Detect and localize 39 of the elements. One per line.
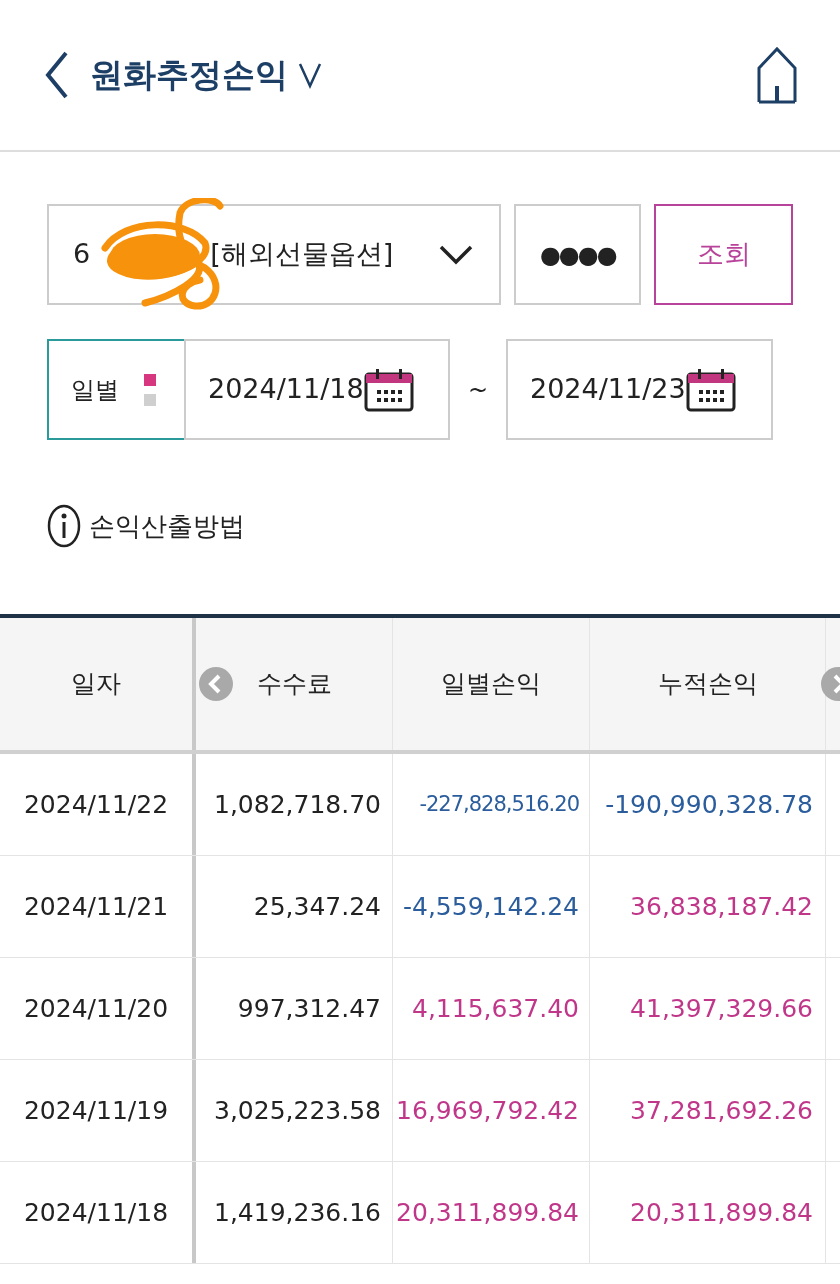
column-header: 누적손익 <box>657 668 758 701</box>
cumulative-profit-cell: 41,397,329.66 <box>590 958 826 1059</box>
page-title: 원화추정손익 <box>90 54 288 97</box>
fee-cell: 997,312.47 <box>196 958 393 1059</box>
info-link[interactable]: 손익산출방법 <box>89 506 245 546</box>
account-number: 6 <box>73 237 91 272</box>
end-date-field[interactable]: 2024/11/23 <box>506 339 773 440</box>
chevron-down-icon <box>439 244 474 265</box>
date-cell: 2024/11/21 <box>0 856 196 957</box>
home-icon[interactable] <box>756 46 798 104</box>
date-cell: 2024/11/22 <box>0 754 196 855</box>
column-header: 일별손익 <box>393 618 590 750</box>
daily-profit-cell: 4,115,637.40 <box>393 958 590 1059</box>
chevron-down-icon[interactable] <box>298 61 322 89</box>
cumulative-profit-cell: -190,990,328.78 <box>590 754 826 855</box>
cumulative-profit-cell: 36,838,187.42 <box>590 856 826 957</box>
daily-profit-cell: 20,311,899.84 <box>393 1162 590 1263</box>
column-header: 수수료 <box>256 668 332 701</box>
date-cell: 2024/11/20 <box>0 958 196 1059</box>
column-header: 일자 <box>0 618 196 750</box>
date-cell: 2024/11/19 <box>0 1060 196 1161</box>
fee-cell: 25,347.24 <box>196 856 393 957</box>
password-field[interactable]: ●●●● <box>514 204 642 305</box>
fee-cell: 1,082,718.70 <box>196 754 393 855</box>
daily-profit-cell: -4,559,142.24 <box>393 856 590 957</box>
date-separator: ~ <box>466 374 490 406</box>
start-date-field[interactable]: 2024/11/18 <box>184 339 450 440</box>
search-button[interactable]: 조회 <box>654 204 793 305</box>
calendar-icon[interactable] <box>685 367 736 412</box>
daily-profit-cell: -227,828,516.20 <box>393 754 590 855</box>
date-cell: 2024/11/18 <box>0 1162 196 1263</box>
fee-cell: 3,025,223.58 <box>196 1060 393 1161</box>
daily-profit-cell: 16,969,792.42 <box>393 1060 590 1161</box>
cumulative-profit-cell: 20,311,899.84 <box>590 1162 826 1263</box>
calendar-icon[interactable] <box>363 367 414 412</box>
info-icon[interactable] <box>47 504 81 548</box>
account-type: [해외선물옵션] <box>210 237 394 272</box>
fee-cell: 1,419,236.16 <box>196 1162 393 1263</box>
cumulative-profit-cell: 37,281,692.26 <box>590 1060 826 1161</box>
